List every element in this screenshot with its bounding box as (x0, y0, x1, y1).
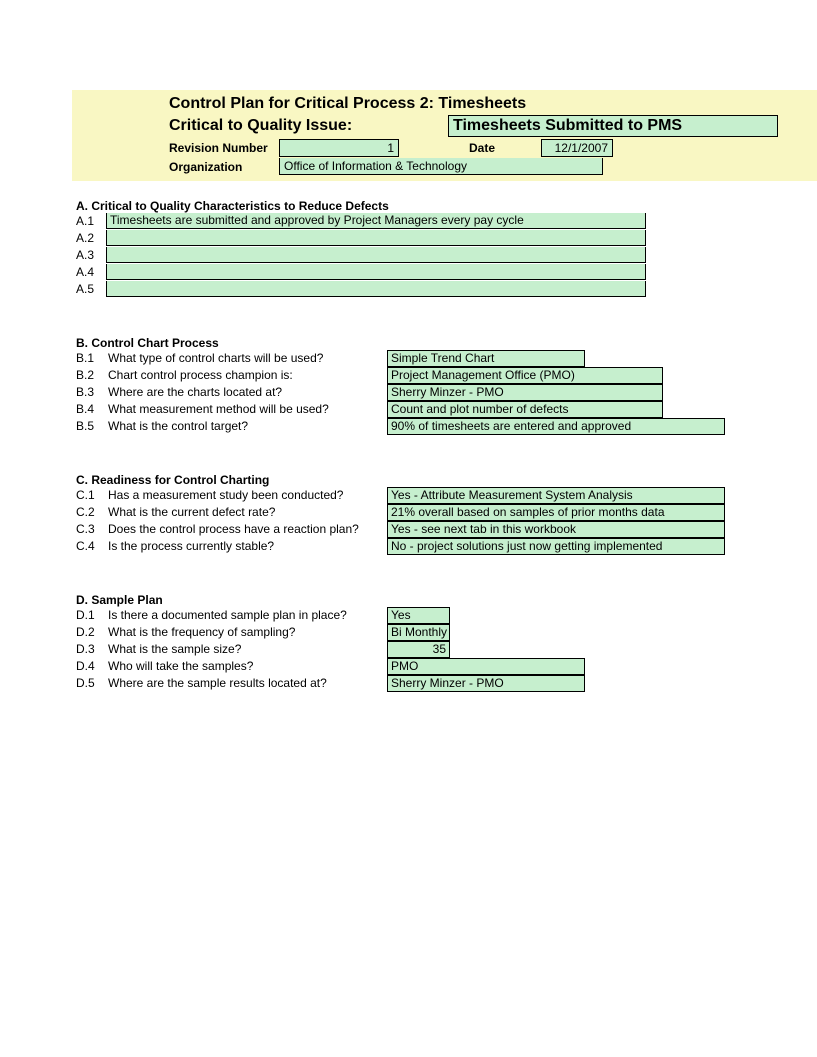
qa-row: C.4Is the process currently stable?No - … (72, 538, 817, 555)
section-c: C. Readiness for Control Charting C.1Has… (72, 473, 817, 555)
section-a-row: A.3 (72, 247, 817, 264)
subtitle-label: Critical to Quality Issue: (169, 117, 414, 135)
characteristic-field[interactable] (106, 281, 646, 297)
section-d-title: D. Sample Plan (72, 593, 817, 607)
question-text: What type of control charts will be used… (106, 350, 387, 367)
row-id: C.4 (72, 538, 106, 555)
section-d: D. Sample Plan D.1Is there a documented … (72, 593, 817, 692)
row-id: B.1 (72, 350, 106, 367)
qa-row: D.2What is the frequency of sampling?Bi … (72, 624, 817, 641)
row-id: B.2 (72, 367, 106, 384)
answer-field[interactable]: Project Management Office (PMO) (387, 367, 663, 384)
question-text: What is the control target? (106, 418, 387, 435)
answer-field[interactable]: Yes - Attribute Measurement System Analy… (387, 487, 725, 504)
question-text: Where are the sample results located at? (106, 675, 387, 692)
row-id: B.4 (72, 401, 106, 418)
question-text: Who will take the samples? (106, 658, 387, 675)
answer-field[interactable]: 35 (387, 641, 450, 658)
qa-row: C.1Has a measurement study been conducte… (72, 487, 817, 504)
section-c-title: C. Readiness for Control Charting (72, 473, 817, 487)
answer-field[interactable]: Yes (387, 607, 450, 624)
row-id: A.5 (72, 281, 106, 298)
section-a-row: A.4 (72, 264, 817, 281)
section-a-row: A.5 (72, 281, 817, 298)
question-text: What measurement method will be used? (106, 401, 387, 418)
characteristic-field[interactable] (106, 230, 646, 246)
row-id: C.1 (72, 487, 106, 504)
section-a: A. Critical to Quality Characteristics t… (72, 199, 817, 298)
answer-field[interactable]: Sherry Minzer - PMO (387, 384, 663, 401)
section-b: B. Control Chart Process B.1What type of… (72, 336, 817, 435)
qa-row: D.3What is the sample size?35 (72, 641, 817, 658)
question-text: What is the frequency of sampling? (106, 624, 387, 641)
org-field[interactable]: Office of Information & Technology (279, 158, 603, 175)
question-text: Is the process currently stable? (106, 538, 387, 555)
row-id: D.3 (72, 641, 106, 658)
row-id: D.1 (72, 607, 106, 624)
revision-label: Revision Number (169, 141, 279, 155)
section-a-row: A.2 (72, 230, 817, 247)
org-label: Organization (169, 160, 279, 174)
question-text: What is the sample size? (106, 641, 387, 658)
revision-field[interactable]: 1 (279, 139, 399, 157)
characteristic-field[interactable] (106, 247, 646, 263)
row-id: C.2 (72, 504, 106, 521)
row-id: A.3 (72, 247, 106, 264)
row-id: B.3 (72, 384, 106, 401)
issue-field[interactable]: Timesheets Submitted to PMS (448, 115, 778, 137)
row-id: D.2 (72, 624, 106, 641)
row-id: D.5 (72, 675, 106, 692)
row-id: A.2 (72, 230, 106, 247)
date-label: Date (399, 141, 539, 155)
question-text: What is the current defect rate? (106, 504, 387, 521)
date-field[interactable]: 12/1/2007 (541, 139, 613, 157)
qa-row: D.4Who will take the samples?PMO (72, 658, 817, 675)
answer-field[interactable]: PMO (387, 658, 585, 675)
header-block: Control Plan for Critical Process 2: Tim… (72, 90, 817, 181)
question-text: Has a measurement study been conducted? (106, 487, 387, 504)
answer-field[interactable]: 90% of timesheets are entered and approv… (387, 418, 725, 435)
page-title: Control Plan for Critical Process 2: Tim… (169, 94, 817, 114)
answer-field[interactable]: Sherry Minzer - PMO (387, 675, 585, 692)
qa-row: B.2Chart control process champion is:Pro… (72, 367, 817, 384)
row-id: D.4 (72, 658, 106, 675)
qa-row: C.2What is the current defect rate?21% o… (72, 504, 817, 521)
answer-field[interactable]: Simple Trend Chart (387, 350, 585, 367)
row-id: A.4 (72, 264, 106, 281)
answer-field[interactable]: 21% overall based on samples of prior mo… (387, 504, 725, 521)
question-text: Where are the charts located at? (106, 384, 387, 401)
answer-field[interactable]: No - project solutions just now getting … (387, 538, 725, 555)
question-text: Does the control process have a reaction… (106, 521, 387, 538)
question-text: Is there a documented sample plan in pla… (106, 607, 387, 624)
qa-row: B.5What is the control target?90% of tim… (72, 418, 817, 435)
row-id: A.1 (72, 213, 106, 230)
qa-row: C.3Does the control process have a react… (72, 521, 817, 538)
row-id: B.5 (72, 418, 106, 435)
row-id: C.3 (72, 521, 106, 538)
answer-field[interactable]: Yes - see next tab in this workbook (387, 521, 725, 538)
page: Control Plan for Critical Process 2: Tim… (0, 0, 817, 692)
qa-row: B.3Where are the charts located at?Sherr… (72, 384, 817, 401)
answer-field[interactable]: Bi Monthly (387, 624, 450, 641)
qa-row: B.1What type of control charts will be u… (72, 350, 817, 367)
section-a-row: A.1Timesheets are submitted and approved… (72, 213, 817, 230)
section-a-title: A. Critical to Quality Characteristics t… (72, 199, 817, 213)
characteristic-field[interactable]: Timesheets are submitted and approved by… (106, 213, 646, 229)
qa-row: D.1Is there a documented sample plan in … (72, 607, 817, 624)
answer-field[interactable]: Count and plot number of defects (387, 401, 663, 418)
question-text: Chart control process champion is: (106, 367, 387, 384)
characteristic-field[interactable] (106, 264, 646, 280)
section-b-title: B. Control Chart Process (72, 336, 817, 350)
qa-row: B.4What measurement method will be used?… (72, 401, 817, 418)
qa-row: D.5Where are the sample results located … (72, 675, 817, 692)
